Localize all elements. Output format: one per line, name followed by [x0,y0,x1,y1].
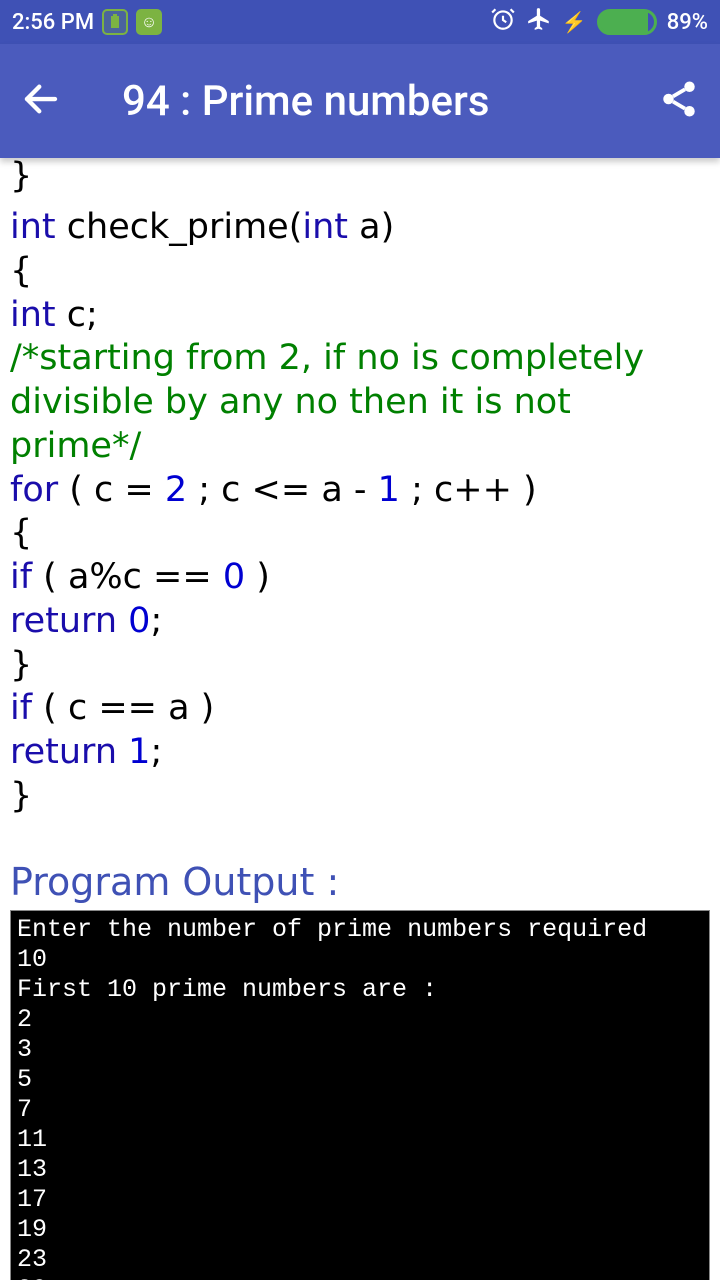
status-right: ⚡ 89% [490,6,708,38]
battery-percent: 89% [667,10,708,35]
battery-saver-icon [102,9,128,35]
comment: /*starting from 2, if no is completely d… [10,338,655,466]
airplane-icon [526,6,552,38]
battery-icon [597,9,657,35]
kw-return: return [10,732,117,772]
alarm-icon [490,6,516,38]
back-button[interactable] [20,78,62,124]
app-bar: 94 : Prime numbers [0,44,720,158]
status-bar: 2:56 PM ☺ ⚡ 89% [0,0,720,44]
status-time: 2:56 PM [12,10,94,35]
share-button[interactable] [658,78,700,124]
kw-int: int [10,207,56,247]
bolt-icon: ⚡ [562,10,587,34]
terminal-output: Enter the number of prime numbers requir… [10,910,710,1280]
app-notify-icon: ☺ [136,9,162,35]
kw-if: if [10,688,32,728]
kw-int: int [10,295,56,335]
code-block: int check_prime(int a) { int c; /*starti… [10,206,710,819]
kw-if: if [10,557,32,597]
kw-return: return [10,601,117,641]
code-cutoff-brace: } [10,168,710,186]
status-left: 2:56 PM ☺ [12,9,162,35]
page-title: 94 : Prime numbers [122,77,658,126]
code-content[interactable]: } int check_prime(int a) { int c; /*star… [0,158,720,1280]
kw-for: for [10,470,58,510]
output-heading: Program Output : [10,859,710,907]
kw-int: int [302,207,348,247]
